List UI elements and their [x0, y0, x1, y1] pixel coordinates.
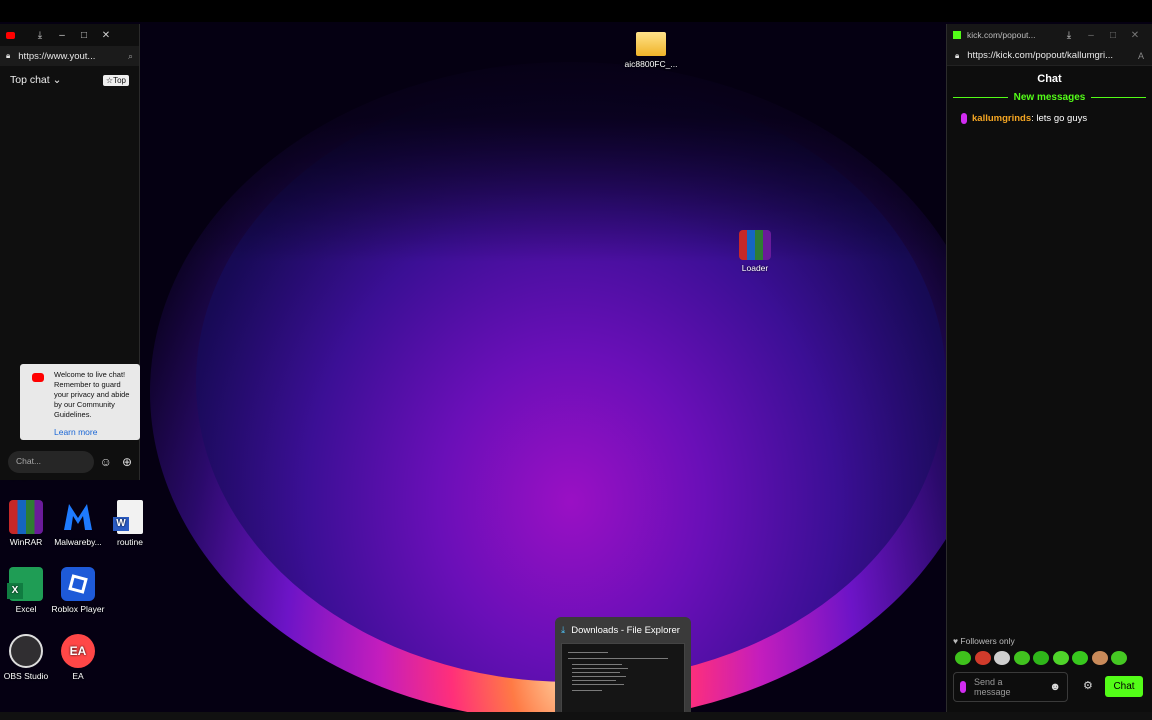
close-button[interactable]: ✕ [1124, 30, 1146, 41]
kick-logo-icon [953, 31, 961, 39]
url-text: https://www.yout... [18, 50, 96, 62]
microphone-badge-icon [960, 681, 966, 693]
emote-icon[interactable] [974, 651, 991, 665]
preview-thumbnail [561, 643, 685, 712]
emoji-icon[interactable]: ☻ [1049, 681, 1061, 693]
ea-icon: EA [61, 634, 95, 668]
taskbar [0, 712, 1152, 720]
chevron-down-icon: ⌄ [52, 74, 62, 86]
chat-message: kallumgrinds : lets go guys [961, 113, 1152, 124]
youtube-chat-input-row: Chat... ☺ ⊕ [0, 448, 140, 476]
desktop-icon-folder[interactable]: aic8800FC_... [619, 32, 683, 69]
youtube-chat-header: Top chat ⌄ ☆Top [0, 66, 139, 94]
microphone-badge-icon [961, 113, 967, 124]
lock-icon: 🔒︎ [955, 50, 960, 60]
desktop-icon-label: EA [72, 671, 84, 681]
desktop-icon-label: aic8800FC_... [624, 59, 678, 69]
send-placeholder: Send a message [974, 677, 1011, 697]
minimize-button[interactable]: – [1080, 30, 1102, 41]
emote-bar [955, 651, 1127, 665]
minimize-button[interactable]: – [51, 30, 73, 41]
chat-input[interactable]: Chat... [8, 451, 94, 473]
desktop-icon-label: Loader [741, 263, 769, 273]
download-icon[interactable]: ⤓ [29, 30, 51, 41]
top-chat-dropdown[interactable]: Top chat ⌄ [10, 74, 61, 86]
read-aloud-icon[interactable]: A [1138, 51, 1144, 61]
chat-username[interactable]: kallumgrinds [972, 113, 1031, 124]
desktop-icon-ea[interactable]: EA EA [46, 634, 110, 681]
malwarebytes-icon [61, 500, 95, 534]
add-icon[interactable]: ⊕ [122, 455, 132, 469]
emote-icon[interactable] [994, 651, 1010, 665]
followers-only-notice: ♥ Followers only [953, 636, 1015, 646]
top-badge[interactable]: ☆Top [102, 74, 129, 86]
youtube-titlebar: ⤓ – □ ✕ [0, 24, 139, 46]
settings-gear-icon[interactable]: ⚙ [1083, 679, 1093, 692]
youtube-url-bar[interactable]: 🔒︎ https://www.yout... ⌕ [0, 46, 139, 66]
roblox-icon [61, 567, 95, 601]
emote-icon[interactable] [1033, 651, 1049, 665]
learn-more-link[interactable]: Learn more [54, 427, 136, 437]
toast-text: Welcome to live chat! Remember to guard … [54, 370, 130, 419]
kick-url-bar[interactable]: 🔒︎ https://kick.com/popout/kallumgri... … [947, 46, 1152, 66]
youtube-logo-icon [6, 31, 15, 39]
desktop-icon-label: Roblox Player [51, 604, 105, 614]
emote-icon[interactable] [1072, 651, 1088, 665]
winrar-icon [9, 500, 43, 534]
zoom-icon[interactable]: ⌕ [128, 51, 133, 62]
kick-chat-window: kick.com/popout... ⤓ – □ ✕ 🔒︎ https://ki… [946, 24, 1152, 712]
kick-titlebar: kick.com/popout... ⤓ – □ ✕ [947, 24, 1152, 46]
emote-icon[interactable] [1052, 651, 1069, 665]
emote-icon[interactable] [955, 651, 971, 665]
emote-icon[interactable] [1013, 651, 1030, 665]
youtube-logo-icon [32, 373, 44, 382]
download-icon: ⤓ [561, 624, 566, 636]
desktop-icon-loader[interactable]: Loader [723, 230, 787, 273]
send-chat-button[interactable]: Chat [1105, 676, 1143, 697]
desktop-icon-label: routine [117, 537, 143, 547]
heart-icon: ♥ [953, 636, 959, 646]
new-messages-divider[interactable]: New messages [953, 92, 1146, 103]
chat-message-text: : lets go guys [1031, 113, 1088, 124]
emote-icon[interactable] [1091, 651, 1108, 665]
winrar-archive-icon [739, 230, 771, 260]
maximize-button[interactable]: □ [1102, 30, 1124, 41]
preview-title: Downloads - File Explorer [571, 624, 680, 636]
download-icon[interactable]: ⤓ [1058, 30, 1080, 41]
youtube-chat-window: ⤓ – □ ✕ 🔒︎ https://www.yout... ⌕ Top cha… [0, 24, 140, 480]
excel-icon: X [7, 567, 43, 601]
taskbar-preview-file-explorer[interactable]: ⤓ Downloads - File Explorer [555, 617, 691, 712]
obs-icon [9, 634, 43, 668]
emote-icon[interactable] [1111, 651, 1127, 665]
lock-icon: 🔒︎ [6, 51, 11, 60]
window-title: kick.com/popout... [967, 30, 1036, 40]
desktop-icon-routine[interactable]: W routine [98, 500, 162, 547]
url-text: https://kick.com/popout/kallumgri... [967, 50, 1113, 61]
close-button[interactable]: ✕ [95, 30, 117, 41]
folder-icon [636, 32, 666, 56]
word-document-icon: W [113, 500, 143, 534]
chat-header: Chat [1037, 73, 1062, 85]
maximize-button[interactable]: □ [73, 30, 95, 41]
live-chat-welcome-toast: Welcome to live chat! Remember to guard … [20, 364, 140, 440]
send-message-input[interactable]: Send a message ☻ [953, 672, 1068, 702]
emoji-icon[interactable]: ☺ [100, 455, 112, 469]
desktop-icon-roblox[interactable]: Roblox Player [46, 567, 110, 614]
